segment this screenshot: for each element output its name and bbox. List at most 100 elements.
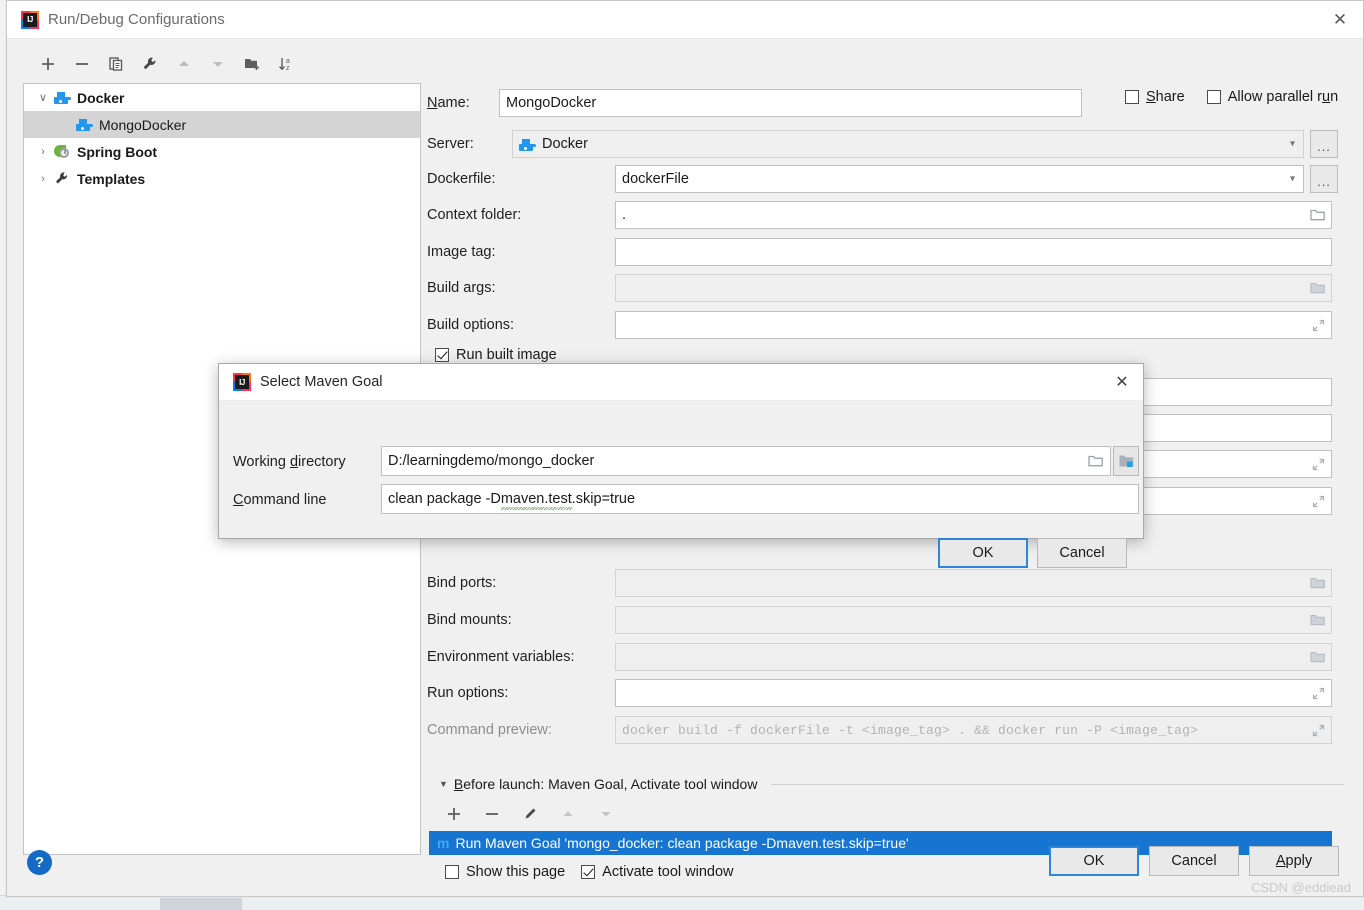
command-line-input[interactable]: clean package -Dmaven.test.skip=true [381,484,1139,514]
help-button[interactable]: ? [27,850,52,875]
spring-icon [54,144,71,160]
environment-variables-input[interactable] [615,643,1332,671]
cancel-button-label: Cancel [1171,853,1217,869]
tree-item-label: MongoDocker [99,116,187,133]
server-browse-button[interactable]: ... [1310,130,1338,158]
edit-task-pencil-icon[interactable] [519,803,541,825]
svg-text:z: z [286,65,290,72]
context-folder-input[interactable]: . [615,201,1332,229]
ok-button[interactable]: OK [1049,846,1139,876]
intellij-logo-text: IJ [23,12,37,27]
allow-parallel-run-checkbox[interactable]: Allow parallel run [1206,89,1339,105]
move-up-icon[interactable] [173,53,195,75]
run-flags: Share Allow parallel run [1125,89,1338,105]
add-configuration-icon[interactable] [37,53,59,75]
environment-variables-label: Environment variables: [427,649,575,665]
cancel-button[interactable]: Cancel [1149,846,1239,876]
apply-button[interactable]: Apply [1249,846,1339,876]
name-input-value: MongoDocker [506,95,597,111]
build-options-input[interactable] [615,311,1332,339]
before-launch-toolbar [443,803,617,825]
tool-window-chip [160,898,242,910]
dockerfile-combobox[interactable]: dockerFile ▾ [615,165,1304,193]
allow-parallel-run-checkbox-box [1206,90,1221,104]
run-options-input[interactable] [615,679,1332,707]
share-checkbox[interactable]: Share [1125,89,1185,105]
context-folder-row: Context folder: . [427,201,1352,229]
page-title: Run/Debug Configurations [48,11,225,28]
bind-ports-input[interactable] [615,569,1332,597]
tree-item-spring-boot[interactable]: › Spring Boot [24,138,420,165]
window-title-bar: IJ Run/Debug Configurations ✕ [7,1,1363,39]
chevron-down-icon[interactable]: ▾ [1290,139,1295,150]
module-folder-icon [1119,455,1133,467]
bind-mounts-row: Bind mounts: [427,606,1352,634]
section-divider [771,783,1344,785]
move-down-icon[interactable] [207,53,229,75]
new-folder-icon[interactable] [241,53,263,75]
folder-icon[interactable] [1310,576,1326,590]
build-options-label: Build options: [427,317,515,333]
close-icon[interactable]: ✕ [1101,364,1143,400]
dialog-footer: ? OK Cancel Apply CSDN @eddiead [7,837,1363,897]
remove-configuration-icon[interactable] [71,53,93,75]
maven-dialog-title-bar: IJ Select Maven Goal ✕ [219,364,1143,401]
expand-icon[interactable] [1311,457,1325,471]
expand-icon[interactable] [1311,723,1325,737]
folder-icon[interactable] [1088,454,1104,468]
folder-icon[interactable] [1310,208,1326,222]
close-icon[interactable]: ✕ [1317,1,1363,38]
folder-icon[interactable] [1310,650,1326,664]
move-task-up-icon[interactable] [557,803,579,825]
dockerfile-label: Dockerfile: [427,171,496,187]
image-tag-input[interactable] [615,238,1332,266]
tree-item-docker[interactable]: ∨ Docker [24,84,420,111]
expand-icon[interactable] [1311,686,1325,700]
folder-icon[interactable] [1310,281,1326,295]
copy-configuration-icon[interactable] [105,53,127,75]
sort-alphabetically-icon[interactable]: a z [275,53,297,75]
command-line-label: Command line [233,492,327,508]
context-folder-value: . [622,207,627,223]
folder-icon[interactable] [1310,613,1326,627]
bind-mounts-input[interactable] [615,606,1332,634]
build-args-input[interactable] [615,274,1332,302]
tree-item-mongodocker[interactable]: MongoDocker [24,111,420,138]
tree-item-templates[interactable]: › Templates [24,165,420,192]
chevron-right-icon[interactable]: › [32,146,54,158]
bind-ports-label: Bind ports: [427,575,497,591]
expand-icon[interactable] [1311,318,1325,332]
name-input[interactable]: MongoDocker [499,89,1082,117]
maven-ok-button[interactable]: OK [938,538,1028,568]
triangle-down-icon[interactable]: ▼ [439,779,448,789]
tree-item-label: Docker [77,89,125,106]
add-task-icon[interactable] [443,803,465,825]
command-line-value-pre: clean package -D [388,491,501,507]
image-tag-label: Image tag: [427,244,496,260]
maven-cancel-button[interactable]: Cancel [1037,538,1127,568]
chevron-right-icon[interactable]: › [32,173,54,185]
chevron-down-icon[interactable]: ∨ [32,91,54,104]
build-args-label: Build args: [427,280,496,296]
server-combobox[interactable]: Docker ▾ [512,130,1304,158]
dockerfile-value: dockerFile [622,171,689,187]
allow-parallel-run-label: Allow parallel run [1227,89,1339,105]
run-options-row: Run options: [427,679,1352,707]
wrench-icon [54,171,71,187]
edit-templates-wrench-icon[interactable] [139,53,161,75]
configurations-toolbar: a z [23,45,421,83]
tree-item-label: Spring Boot [77,143,158,160]
select-module-button[interactable] [1113,446,1139,476]
expand-icon[interactable] [1311,494,1325,508]
before-launch-title: Before launch: Maven Goal, Activate tool… [453,776,758,792]
command-preview-value: docker build -f dockerFile -t <image_tag… [622,722,1199,738]
server-label: Server: [427,136,474,152]
dockerfile-browse-button[interactable]: ... [1310,165,1338,193]
run-built-image-checkbox[interactable]: Run built image [435,347,557,363]
working-directory-input[interactable]: D:/learningdemo/mongo_docker [381,446,1111,476]
before-launch-header[interactable]: ▼ Before launch: Maven Goal, Activate to… [439,776,1344,792]
docker-icon [76,117,93,132]
move-task-down-icon[interactable] [595,803,617,825]
remove-task-icon[interactable] [481,803,503,825]
chevron-down-icon[interactable]: ▾ [1290,174,1295,185]
